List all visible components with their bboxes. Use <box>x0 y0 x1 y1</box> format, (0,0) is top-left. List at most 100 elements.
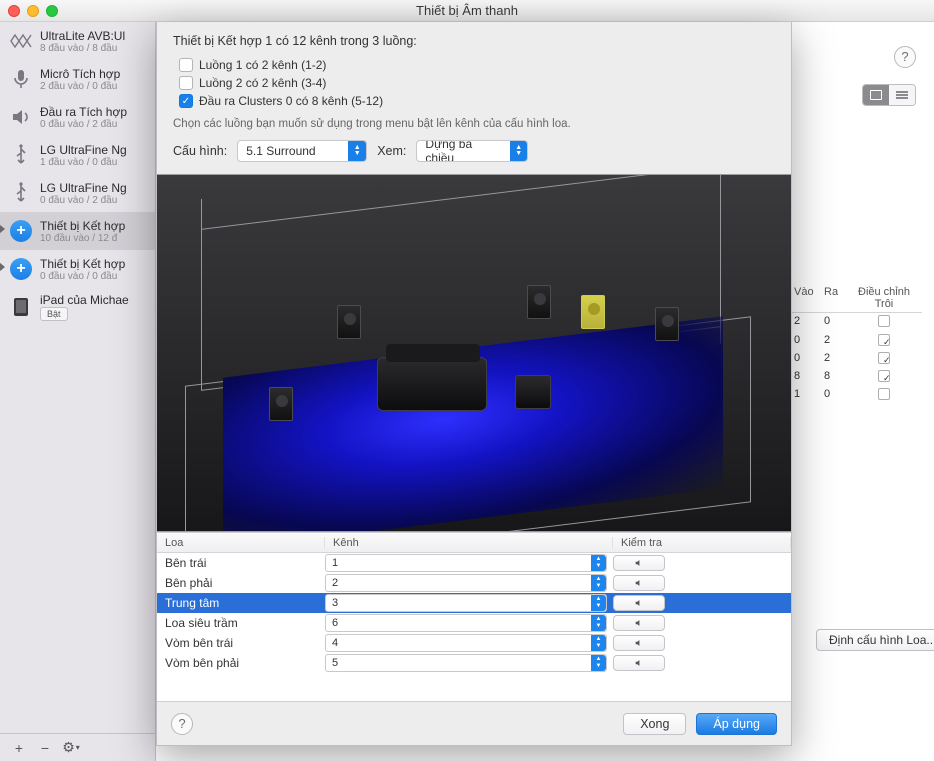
disclosure-icon[interactable] <box>0 262 5 272</box>
speaker-front-right-icon[interactable] <box>655 307 679 341</box>
device-sub: 0 đầu vào / 2 đầu <box>40 119 127 130</box>
table-header: Loa Kênh Kiểm tra <box>157 533 791 553</box>
speaker-row-right[interactable]: Bên phải 2▲▼ <box>157 573 791 593</box>
window-title: Thiết bị Âm thanh <box>416 3 518 18</box>
checkbox-icon[interactable] <box>179 76 193 90</box>
device-item-lg1[interactable]: LG UltraFine Ng 1 đầu vào / 0 đầu <box>0 136 155 174</box>
configure-speakers-button[interactable]: Định cấu hình Loa... <box>816 629 934 651</box>
speaker-subwoofer-icon[interactable] <box>527 285 551 319</box>
col-channel: Kênh <box>325 537 613 549</box>
checkbox-icon[interactable]: ✓ <box>179 94 193 108</box>
device-list: UltraLite AVB:Ul 8 đầu vào / 8 đầu Micrô… <box>0 22 155 733</box>
col-test: Kiểm tra <box>613 537 791 549</box>
chevron-updown-icon: ▲▼ <box>510 141 527 161</box>
usb-icon <box>8 142 34 168</box>
device-item-builtin-mic[interactable]: Micrô Tích hợp 2 đầu vào / 0 đầu <box>0 60 155 98</box>
table-row[interactable]: 02✓ <box>790 332 922 350</box>
channel-select[interactable]: 6▲▼ <box>325 614 607 632</box>
sofa-icon <box>377 357 487 411</box>
device-item-aggregate-2[interactable]: + Thiết bị Kết hợp 0 đầu vào / 0 đầu <box>0 250 155 288</box>
test-speaker-button[interactable] <box>613 615 665 631</box>
channel-select[interactable]: 3▲▼ <box>325 594 607 612</box>
speaker-front-left-icon[interactable] <box>337 305 361 339</box>
view-label: Xem: <box>377 144 406 158</box>
table-row[interactable]: 20 <box>790 313 922 332</box>
chevron-updown-icon: ▲▼ <box>591 635 606 651</box>
aggregate-icon: + <box>8 218 34 244</box>
ipad-icon <box>8 294 34 320</box>
drift-checkbox[interactable] <box>878 388 890 400</box>
table-row[interactable]: 88✓ <box>790 368 922 386</box>
test-speaker-button[interactable] <box>613 555 665 571</box>
col-in: Vào <box>790 284 820 312</box>
stream-row-1[interactable]: Luồng 1 có 2 kênh (1-2) <box>173 56 775 74</box>
channel-select[interactable]: 2▲▼ <box>325 574 607 592</box>
minimize-icon[interactable] <box>27 5 39 17</box>
channel-select[interactable]: 4▲▼ <box>325 634 607 652</box>
speaker-center-icon[interactable] <box>581 295 605 329</box>
device-name: UltraLite AVB:Ul <box>40 29 125 43</box>
col-drift: Điều chỉnh Trôi <box>846 284 922 312</box>
help-button[interactable]: ? <box>894 46 916 68</box>
test-speaker-button[interactable] <box>613 635 665 651</box>
test-speaker-button[interactable] <box>613 655 665 671</box>
device-sub: 0 đầu vào / 0 đầu <box>40 271 125 282</box>
device-sub: 2 đầu vào / 0 đầu <box>40 81 120 92</box>
device-name: Micrô Tích hợp <box>40 67 120 81</box>
channel-select[interactable]: 5▲▼ <box>325 654 607 672</box>
device-item-lg2[interactable]: LG UltraFine Ng 0 đầu vào / 2 đầu <box>0 174 155 212</box>
speaker-row-left[interactable]: Bên trái 1▲▼ <box>157 553 791 573</box>
device-item-ultralite[interactable]: UltraLite AVB:Ul 8 đầu vào / 8 đầu <box>0 22 155 60</box>
stream-row-3[interactable]: ✓ Đầu ra Clusters 0 có 8 kênh (5-12) <box>173 92 775 110</box>
view-select[interactable]: Dựng ba chiều ▲▼ <box>416 140 528 162</box>
table-row[interactable]: 02✓ <box>790 350 922 368</box>
device-item-builtin-output[interactable]: Đầu ra Tích hợp 0 đầu vào / 2 đầu <box>0 98 155 136</box>
device-sub: 8 đầu vào / 8 đầu <box>40 43 125 54</box>
drift-checkbox[interactable]: ✓ <box>878 370 890 382</box>
stream-label: Luồng 2 có 2 kênh (3-4) <box>199 76 326 90</box>
disclosure-icon[interactable] <box>0 224 5 234</box>
table-row[interactable]: 10 <box>790 386 922 405</box>
speaker-surround-left-icon[interactable] <box>269 387 293 421</box>
test-speaker-button[interactable] <box>613 575 665 591</box>
window-titlebar: Thiết bị Âm thanh <box>0 0 934 22</box>
table-header: Vào Ra Điều chỉnh Trôi <box>790 284 922 313</box>
speaker-channel-table: Loa Kênh Kiểm tra Bên trái 1▲▼ Bên phải … <box>157 532 791 701</box>
avb-icon <box>8 28 34 54</box>
speaker-row-sub[interactable]: Loa siêu trầm 6▲▼ <box>157 613 791 633</box>
subdevice-table: Vào Ra Điều chỉnh Trôi 20 02✓ 02✓ 88✓ 10 <box>790 284 922 405</box>
checkbox-icon[interactable] <box>179 58 193 72</box>
zoom-icon[interactable] <box>46 5 58 17</box>
list-view-icon[interactable] <box>889 85 915 105</box>
drift-checkbox[interactable]: ✓ <box>878 352 890 364</box>
speaker-row-center[interactable]: Trung tâm 3▲▼ <box>157 593 791 613</box>
device-sidebar: UltraLite AVB:Ul 8 đầu vào / 8 đầu Micrô… <box>0 22 156 761</box>
gear-icon[interactable]: ⚙▾ <box>62 739 80 757</box>
speaker-row-surround-left[interactable]: Vòm bên trái 4▲▼ <box>157 633 791 653</box>
speaker-3d-viewport[interactable] <box>157 174 791 532</box>
view-toggle[interactable] <box>862 84 916 106</box>
channel-select[interactable]: 1▲▼ <box>325 554 607 572</box>
traffic-lights <box>8 5 58 17</box>
test-speaker-button[interactable] <box>613 595 665 611</box>
grid-view-icon[interactable] <box>863 85 889 105</box>
device-item-ipad[interactable]: iPad của Michae Bật <box>0 288 155 326</box>
device-name: LG UltraFine Ng <box>40 181 127 195</box>
help-button[interactable]: ? <box>171 713 193 735</box>
remove-device-button[interactable]: − <box>36 739 54 757</box>
stream-row-2[interactable]: Luồng 2 có 2 kênh (3-4) <box>173 74 775 92</box>
drift-checkbox[interactable] <box>878 315 890 327</box>
usb-icon <box>8 180 34 206</box>
apply-button[interactable]: Áp dụng <box>696 713 777 735</box>
done-button[interactable]: Xong <box>623 713 686 735</box>
add-device-button[interactable]: + <box>10 739 28 757</box>
config-select[interactable]: 5.1 Surround ▲▼ <box>237 140 367 162</box>
sheet-heading: Thiết bị Kết hợp 1 có 12 kênh trong 3 lu… <box>173 34 775 48</box>
speaker-row-surround-right[interactable]: Vòm bên phải 5▲▼ <box>157 653 791 673</box>
device-name: Thiết bị Kết hợp <box>40 257 125 271</box>
device-sub: 1 đầu vào / 0 đầu <box>40 157 127 168</box>
stream-label: Đầu ra Clusters 0 có 8 kênh (5-12) <box>199 94 383 108</box>
close-icon[interactable] <box>8 5 20 17</box>
device-item-aggregate-1[interactable]: + Thiết bị Kết hợp 10 đầu vào / 12 đ <box>0 212 155 250</box>
drift-checkbox[interactable]: ✓ <box>878 334 890 346</box>
